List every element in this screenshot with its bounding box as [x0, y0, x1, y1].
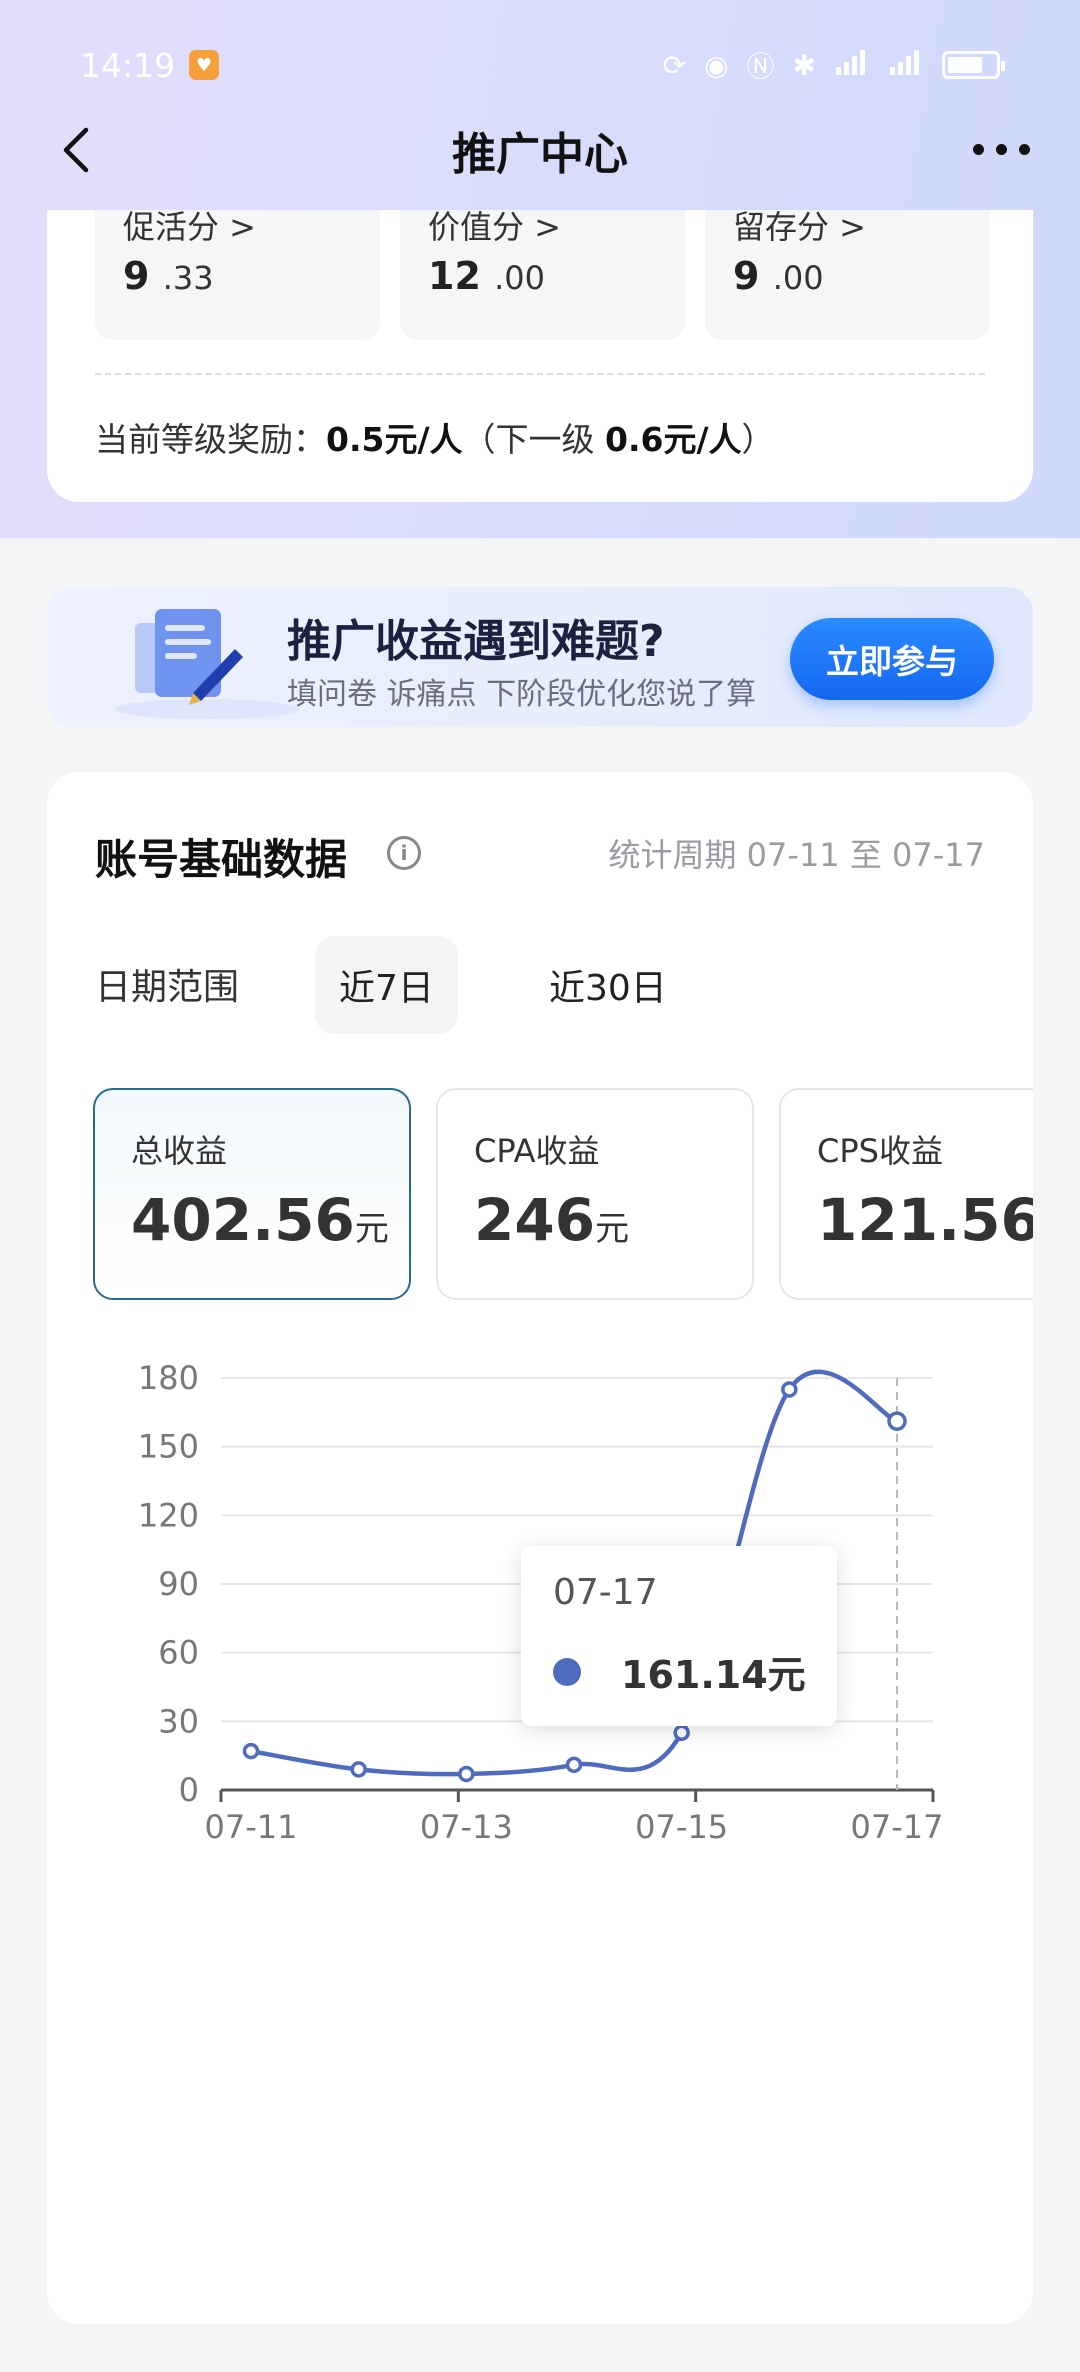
metric-cpa-income[interactable]: CPA收益 246元 — [436, 1088, 754, 1300]
join-now-button[interactable]: 立即参与 — [790, 618, 994, 700]
score-value: 12 .00 — [428, 254, 546, 298]
score-retention[interactable]: 留存分 > 9 .00 — [705, 208, 990, 340]
survey-document-icon — [115, 609, 299, 719]
battery-icon — [942, 51, 1005, 79]
range-tab-7d[interactable]: 近7日 — [315, 936, 458, 1034]
data-point — [242, 1742, 260, 1760]
more-dots-icon[interactable] — [973, 144, 1030, 155]
account-data-card: 账号基础数据 i 统计周期 07-11 至 07-17 日期范围 近7日 近30… — [47, 772, 1033, 2324]
status-time: 14:19 — [80, 45, 176, 85]
score-label: 留存分 > — [733, 208, 866, 246]
y-tick-label: 150 — [138, 1428, 199, 1466]
score-value: 9 .33 — [123, 254, 214, 298]
tooltip-date: 07-17 — [553, 1572, 658, 1613]
y-tick-label: 60 — [158, 1634, 199, 1672]
metric-total-income[interactable]: 总收益 402.56元 — [93, 1088, 411, 1300]
navigation-bar: 推广中心 — [0, 110, 1080, 190]
y-tick-label: 120 — [138, 1496, 199, 1534]
signal-icon-2 — [888, 47, 924, 84]
bluetooth-icon: ✱ — [792, 48, 816, 82]
data-point — [565, 1756, 583, 1774]
page-title: 推广中心 — [452, 129, 628, 180]
score-value: 9 .00 — [733, 254, 824, 298]
y-tick-label: 180 — [138, 1359, 199, 1397]
metric-label: CPA收益 — [474, 1132, 600, 1170]
signal-icon-1 — [834, 47, 870, 84]
metric-value: 121.56 — [817, 1186, 1033, 1254]
nfc-icon: Ⓝ — [746, 50, 775, 83]
data-point — [458, 1765, 475, 1783]
eye-icon: ◉ — [704, 48, 729, 82]
dashed-divider — [95, 373, 985, 375]
date-range-label: 日期范围 — [95, 967, 240, 1008]
score-label: 价值分 > — [428, 208, 561, 246]
tooltip-value: 161.14元 — [621, 1653, 806, 1697]
metric-cps-income[interactable]: CPS收益 121.56 — [779, 1088, 1033, 1300]
data-point — [887, 1411, 907, 1431]
info-icon[interactable]: i — [387, 836, 421, 870]
score-label: 促活分 > — [123, 208, 256, 246]
score-activity[interactable]: 促活分 > 9 .33 — [95, 208, 380, 340]
metric-value: 402.56元 — [131, 1186, 389, 1254]
status-right: ⟳ ◉ Ⓝ ✱ — [662, 45, 1005, 85]
y-tick-label: 0 — [179, 1771, 199, 1809]
score-value-item[interactable]: 价值分 > 12 .00 — [400, 208, 685, 340]
status-left: 14:19 ♥ — [80, 45, 220, 85]
score-card: 促活分 > 9 .33 价值分 > 12 .00 留存分 > 9 .00 当前等… — [47, 208, 1033, 502]
level-reward-text: 当前等级奖励：0.5元/人（下一级 0.6元/人） — [95, 420, 775, 459]
sync-icon: ⟳ — [662, 48, 687, 82]
score-row: 促活分 > 9 .33 价值分 > 12 .00 留存分 > 9 .00 — [95, 208, 990, 340]
x-tick-label: 07-17 — [851, 1808, 944, 1846]
metric-label: CPS收益 — [817, 1132, 943, 1170]
data-point — [781, 1381, 798, 1398]
y-tick-label: 30 — [158, 1702, 199, 1740]
y-tick-label: 90 — [158, 1565, 199, 1603]
series-dot-icon — [553, 1658, 581, 1686]
app-notification-icon: ♥ — [189, 50, 220, 80]
range-tab-30d[interactable]: 近30日 — [525, 936, 691, 1034]
data-point — [673, 1724, 690, 1742]
section-title: 账号基础数据 — [95, 835, 348, 884]
x-tick-label: 07-11 — [205, 1808, 298, 1846]
chart-tooltip: 07-17 161.14元 — [521, 1546, 837, 1726]
metric-cards: 总收益 402.56元 CPA收益 246元 CPS收益 121.56 — [93, 1086, 1033, 1302]
x-tick-label: 07-13 — [420, 1808, 513, 1846]
statistic-period: 统计周期 07-11 至 07-17 — [608, 836, 986, 874]
data-point — [350, 1761, 367, 1778]
banner-title: 推广收益遇到难题? — [287, 616, 665, 667]
metric-value: 246元 — [474, 1186, 630, 1254]
metric-label: 总收益 — [131, 1132, 228, 1170]
banner-subtitle: 填问卷 诉痛点 下阶段优化您说了算 — [287, 677, 757, 712]
x-tick-label: 07-15 — [635, 1808, 728, 1846]
chevron-left-icon[interactable] — [56, 124, 96, 176]
survey-banner[interactable]: 推广收益遇到难题? 填问卷 诉痛点 下阶段优化您说了算 立即参与 — [47, 587, 1033, 727]
